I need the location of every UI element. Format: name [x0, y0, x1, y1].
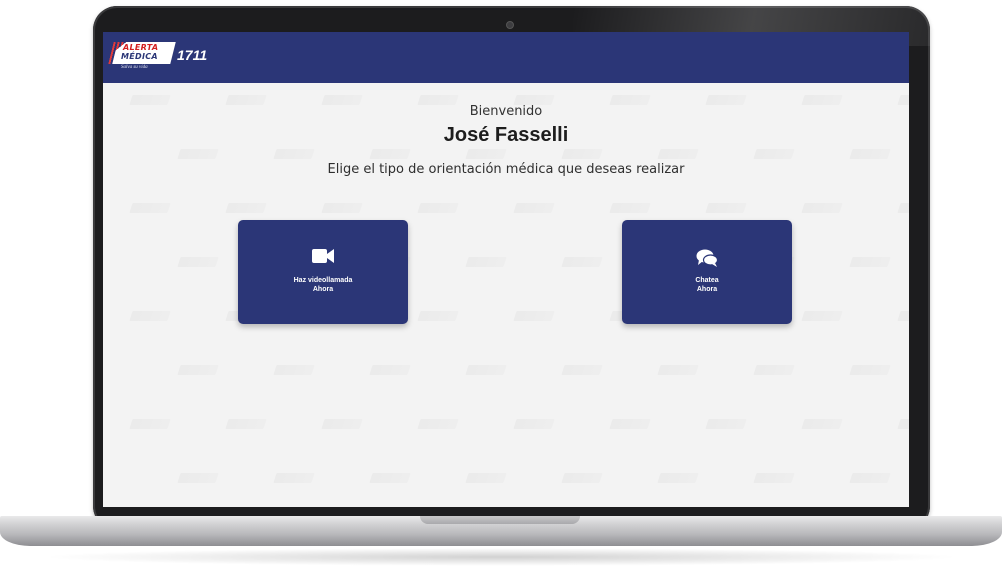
watermark-mark	[657, 365, 699, 375]
watermark-mark	[609, 203, 651, 213]
watermark-mark	[417, 311, 459, 321]
videocall-label-line2: Ahora	[312, 286, 334, 293]
watermark-mark	[273, 473, 315, 483]
watermark-mark	[849, 257, 891, 267]
watermark-mark	[849, 473, 891, 483]
chat-label-line1: Chatea	[695, 277, 719, 284]
watermark-mark	[801, 419, 843, 429]
watermark-mark	[465, 149, 507, 159]
logo-phone-number: 1711	[177, 47, 208, 63]
logo-text-alerta: ALERTA	[123, 43, 159, 52]
welcome-text: Bienvenido	[469, 104, 543, 119]
watermark-mark	[609, 419, 651, 429]
watermark-mark	[801, 311, 843, 321]
watermark-mark	[129, 311, 171, 321]
watermark-mark	[225, 203, 267, 213]
watermark-mark	[369, 365, 411, 375]
videocall-option-label: Haz videollamada Ahora	[238, 276, 408, 294]
instructions-text: Elige el tipo de orientación médica que …	[327, 162, 685, 177]
watermark-mark	[513, 311, 555, 321]
videocall-label-line1: Haz videollamada	[293, 277, 353, 284]
watermark-mark	[561, 257, 603, 267]
watermark-mark	[897, 203, 909, 213]
watermark-mark	[561, 365, 603, 375]
chat-label-line2: Ahora	[696, 286, 718, 293]
watermark-mark	[513, 419, 555, 429]
watermark-mark	[465, 473, 507, 483]
watermark-mark	[465, 365, 507, 375]
watermark-mark	[273, 149, 315, 159]
alerta-medica-logo[interactable]: ALERTA MÉDICA 1711 Salva su vida	[108, 40, 225, 74]
logo-text-medica: MÉDICA	[121, 52, 167, 61]
watermark-mark	[513, 203, 555, 213]
watermark-mark	[657, 149, 699, 159]
user-name-heading: José Fasselli	[443, 124, 569, 146]
watermark-mark	[753, 473, 795, 483]
watermark-mark	[897, 419, 909, 429]
watermark-mark	[177, 149, 219, 159]
chat-option-label: Chatea Ahora	[622, 276, 792, 294]
watermark-mark	[321, 419, 363, 429]
logo-tagline: Salva su vida	[121, 65, 148, 70]
watermark-mark	[561, 473, 603, 483]
watermark-mark	[849, 149, 891, 159]
watermark-mark	[129, 203, 171, 213]
chat-option-button[interactable]: Chatea Ahora	[622, 220, 792, 324]
watermark-mark	[801, 203, 843, 213]
watermark-mark	[657, 473, 699, 483]
webcam-icon	[506, 21, 514, 29]
laptop-screen: ALERTA MÉDICA 1711 Salva su vida Bienven…	[103, 32, 909, 507]
watermark-mark	[321, 203, 363, 213]
watermark-mark	[753, 149, 795, 159]
laptop-base-notch	[420, 516, 580, 524]
watermark-mark	[417, 419, 459, 429]
watermark-mark	[417, 203, 459, 213]
watermark-mark	[369, 149, 411, 159]
watermark-mark	[465, 257, 507, 267]
laptop-shadow	[40, 548, 962, 566]
app-header: ALERTA MÉDICA 1711 Salva su vida	[103, 32, 909, 83]
video-camera-icon	[238, 248, 408, 268]
watermark-mark	[561, 149, 603, 159]
watermark-mark	[177, 473, 219, 483]
watermark-mark	[705, 203, 747, 213]
watermark-mark	[705, 419, 747, 429]
watermark-mark	[129, 419, 171, 429]
watermark-mark	[177, 257, 219, 267]
watermark-mark	[273, 365, 315, 375]
watermark-mark	[849, 365, 891, 375]
watermark-mark	[897, 311, 909, 321]
watermark-mark	[177, 365, 219, 375]
videocall-option-button[interactable]: Haz videollamada Ahora	[238, 220, 408, 324]
chat-bubbles-icon	[622, 248, 792, 268]
watermark-mark	[225, 419, 267, 429]
watermark-mark	[753, 365, 795, 375]
watermark-mark	[369, 473, 411, 483]
